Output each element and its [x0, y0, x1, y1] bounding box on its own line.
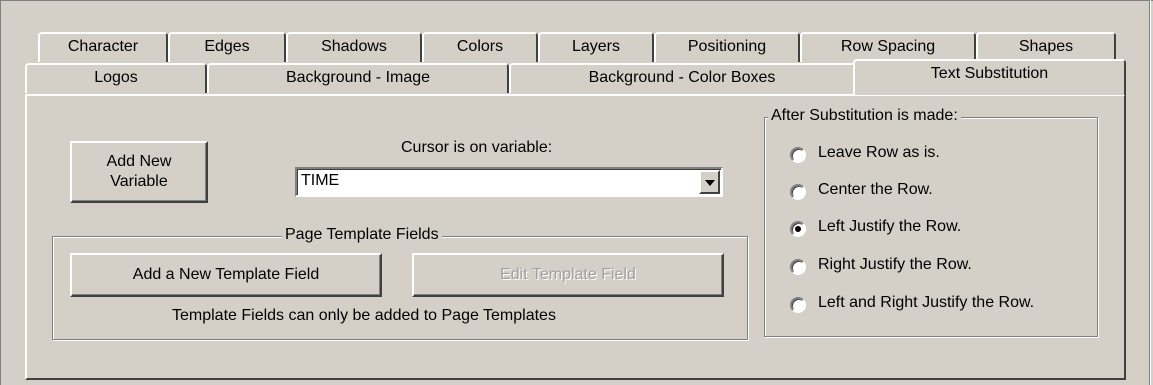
- radio-label: Center the Row.: [818, 181, 933, 198]
- chevron-down-icon: [705, 180, 715, 186]
- add-template-field-button[interactable]: Add a New Template Field: [70, 253, 382, 297]
- tab-text-substitution[interactable]: Text Substitution: [853, 59, 1126, 95]
- radio-option-leave-row[interactable]: Leave Row as is.: [790, 144, 1090, 168]
- radio-label: Left Justify the Row.: [818, 218, 962, 235]
- radio-option-left-right-justify[interactable]: Left and Right Justify the Row.: [790, 294, 1090, 318]
- edit-template-field-button[interactable]: Edit Template Field: [412, 253, 724, 297]
- tab-positioning[interactable]: Positioning: [654, 32, 800, 62]
- variable-select-value: TIME: [301, 172, 340, 189]
- tab-logos[interactable]: Logos: [25, 63, 207, 93]
- template-fields-title: Page Template Fields: [282, 226, 442, 244]
- tab-shapes[interactable]: Shapes: [976, 32, 1116, 62]
- tab-background-image[interactable]: Background - Image: [207, 63, 509, 93]
- tab-shadows[interactable]: Shadows: [286, 32, 422, 62]
- tab-layers[interactable]: Layers: [538, 32, 654, 62]
- template-fields-note: Template Fields can only be added to Pag…: [172, 307, 556, 324]
- dropdown-button[interactable]: [699, 170, 720, 194]
- radio-option-center-row[interactable]: Center the Row.: [790, 181, 1090, 205]
- tab-character[interactable]: Character: [38, 32, 168, 62]
- radio-label: Right Justify the Row.: [818, 256, 972, 273]
- tab-edges[interactable]: Edges: [168, 32, 286, 62]
- radio-button[interactable]: [790, 297, 806, 313]
- radio-label: Leave Row as is.: [818, 144, 940, 161]
- variable-select[interactable]: TIME: [295, 167, 723, 197]
- radio-button[interactable]: [790, 184, 806, 200]
- add-new-variable-button[interactable]: Add New Variable: [70, 141, 208, 203]
- radio-button[interactable]: [790, 259, 806, 275]
- after-substitution-title: After Substitution is made:: [768, 107, 961, 125]
- frame-edge-highlight: [1150, 0, 1151, 385]
- radio-button[interactable]: [790, 147, 806, 163]
- tab-row-spacing[interactable]: Row Spacing: [800, 32, 976, 62]
- cursor-variable-label: Cursor is on variable:: [401, 139, 553, 156]
- radio-option-left-justify[interactable]: Left Justify the Row.: [790, 218, 1090, 242]
- radio-button[interactable]: [790, 221, 806, 237]
- radio-option-right-justify[interactable]: Right Justify the Row.: [790, 256, 1090, 280]
- tab-colors[interactable]: Colors: [422, 32, 538, 62]
- radio-selected-dot: [795, 226, 801, 232]
- tab-background-color-boxes[interactable]: Background - Color Boxes: [509, 63, 855, 93]
- radio-label: Left and Right Justify the Row.: [818, 294, 1035, 311]
